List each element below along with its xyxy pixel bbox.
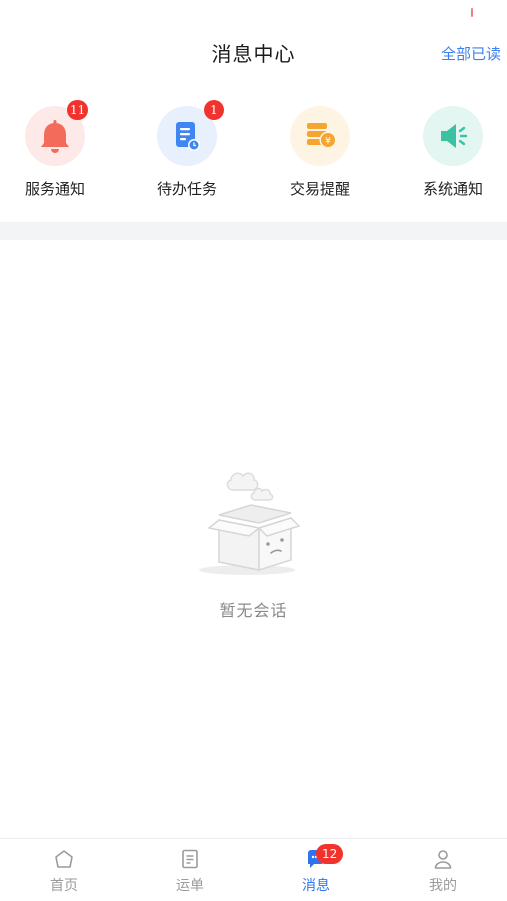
tab-profile[interactable]: 我的	[380, 839, 506, 901]
shortcut-label: 服务通知	[24, 180, 85, 198]
mark-all-read-button[interactable]: 全部已读	[441, 43, 501, 64]
header: 消息中心 全部已读	[0, 0, 507, 100]
bottom-tab-bar: 首页 运单 12 消息 我的	[0, 838, 507, 901]
service-notification-badge: 11	[67, 100, 89, 120]
empty-box-icon	[198, 472, 300, 575]
coins-icon-circle: ¥	[290, 106, 350, 166]
empty-state: 暂无会话	[0, 460, 507, 621]
shortcut-label: 系统通知	[422, 180, 483, 198]
message-category-shortcuts: 11 服务通知 1 待办任务 ¥ 交易提醒 系统通知	[0, 100, 507, 222]
shortcut-label: 待办任务	[156, 180, 217, 198]
home-icon	[55, 850, 73, 868]
shortcut-pending-tasks[interactable]: 1 待办任务	[137, 100, 237, 199]
speaker-icon	[441, 124, 468, 148]
svg-text:¥: ¥	[325, 137, 331, 147]
tab-waybill[interactable]: 运单	[127, 839, 253, 901]
profile-icon	[434, 850, 452, 869]
tab-home[interactable]: 首页	[1, 839, 127, 901]
tab-messages[interactable]: 12 消息	[253, 839, 379, 901]
pending-tasks-badge: 1	[204, 100, 224, 120]
shortcut-label: 交易提醒	[289, 180, 350, 198]
tab-label: 消息	[302, 878, 330, 894]
tab-label: 首页	[50, 878, 78, 894]
messages-tab-badge: 12	[316, 844, 344, 864]
shortcut-transaction-reminder[interactable]: ¥ 交易提醒	[270, 100, 370, 199]
tab-label: 我的	[429, 878, 457, 894]
speaker-icon-circle	[423, 106, 483, 166]
tab-label: 运单	[176, 878, 204, 894]
coins-icon: ¥	[307, 123, 337, 149]
empty-state-text: 暂无会话	[219, 601, 288, 620]
page-title: 消息中心	[211, 42, 296, 66]
section-divider	[0, 222, 507, 240]
waybill-icon	[182, 849, 198, 869]
shortcut-service-notification[interactable]: 11 服务通知	[5, 100, 105, 199]
task-icon-circle: 1	[157, 100, 224, 166]
shortcut-system-notification[interactable]: 系统通知	[403, 100, 503, 199]
bell-icon-circle: 11	[25, 100, 89, 166]
